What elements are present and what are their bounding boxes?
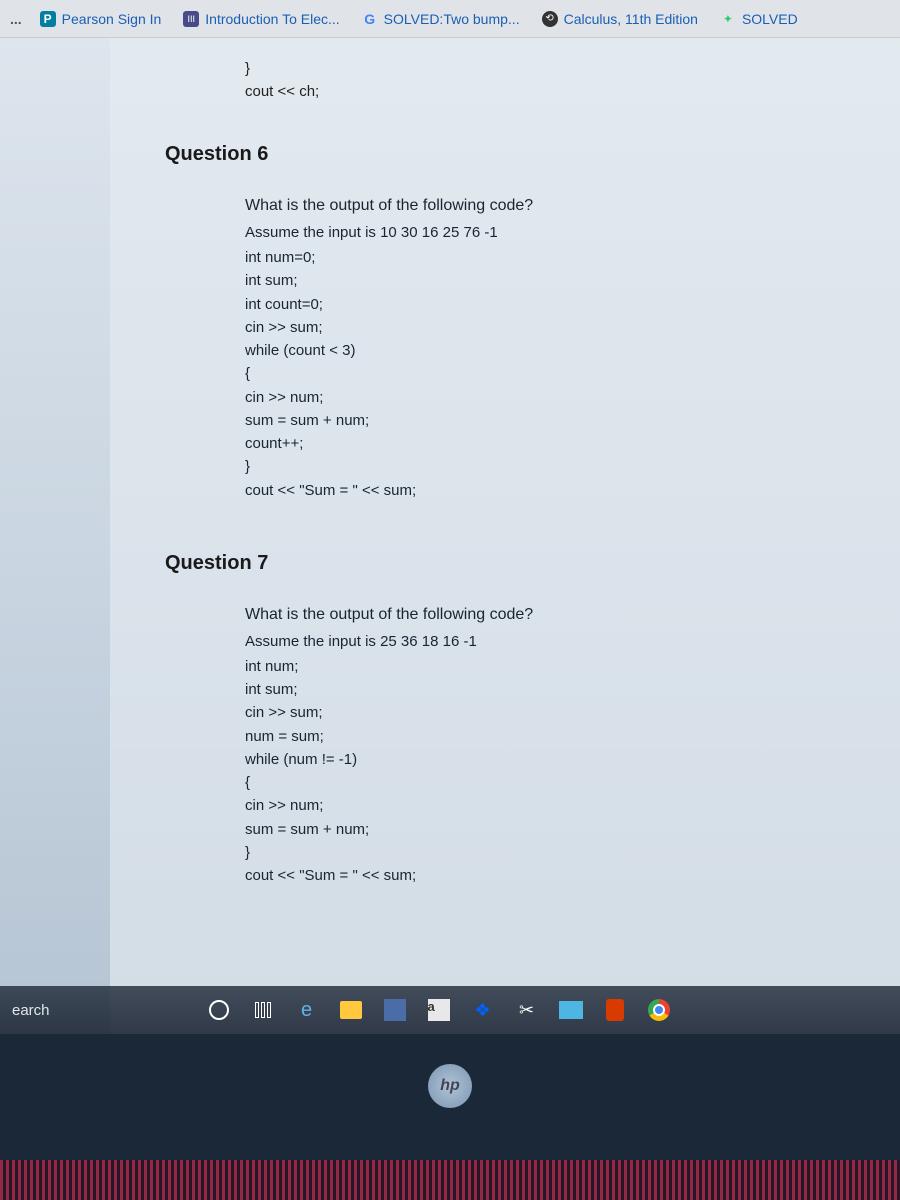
code-line: cout << ch; xyxy=(245,81,860,104)
code-line: } xyxy=(245,841,860,864)
file-explorer-icon[interactable] xyxy=(336,995,366,1025)
chrome-icon[interactable] xyxy=(644,995,674,1025)
laptop-bezel: hp xyxy=(0,1034,900,1200)
question-7-block: Question 7 What is the output of the fol… xyxy=(150,552,860,888)
code-line: int num; xyxy=(245,655,860,678)
store-icon[interactable] xyxy=(380,995,410,1025)
tab-label: SOLVED:Two bump... xyxy=(384,11,520,27)
page-content: } cout << ch; Question 6 What is the out… xyxy=(0,38,900,1152)
question-assume: Assume the input is 25 36 18 16 -1 xyxy=(245,630,860,653)
tab-label: Pearson Sign In xyxy=(62,11,162,27)
question-title: Question 7 xyxy=(165,552,860,575)
intro-icon: III xyxy=(183,11,199,27)
code-line: { xyxy=(245,362,860,385)
task-view-icon[interactable] xyxy=(248,995,278,1025)
hp-logo-icon: hp xyxy=(428,1064,472,1108)
edge-icon[interactable]: e xyxy=(292,995,322,1025)
tab-label: Introduction To Elec... xyxy=(205,11,339,27)
pearson-icon: P xyxy=(40,11,56,27)
calculus-icon: ⟲ xyxy=(542,11,558,27)
dropbox-icon[interactable]: ❖ xyxy=(468,995,498,1025)
code-line: while (num != -1) xyxy=(245,748,860,771)
tab-label: Calculus, 11th Edition xyxy=(564,11,698,27)
question-prompt: What is the output of the following code… xyxy=(245,603,860,628)
top-code-snippet: } cout << ch; xyxy=(245,58,860,103)
cortana-icon[interactable] xyxy=(204,995,234,1025)
code-line: num = sum; xyxy=(245,725,860,748)
tab-solved-bump[interactable]: G SOLVED:Two bump... xyxy=(352,5,530,33)
tab-pearson[interactable]: P Pearson Sign In xyxy=(30,5,172,33)
question-assume: Assume the input is 10 30 16 25 76 -1 xyxy=(245,221,860,244)
question-body: What is the output of the following code… xyxy=(245,194,860,502)
code-line: { xyxy=(245,771,860,794)
code-line: int num=0; xyxy=(245,246,860,269)
code-line: count++; xyxy=(245,432,860,455)
windows-taskbar: earch e a ❖ ✂ xyxy=(0,986,900,1034)
tab-solved[interactable]: ✦ SOLVED xyxy=(710,5,808,33)
tab-overflow-indicator[interactable]: ... xyxy=(4,11,28,27)
app-a-icon[interactable]: a xyxy=(424,995,454,1025)
keyboard-edge xyxy=(0,1160,900,1200)
code-line: int sum; xyxy=(245,678,860,701)
tab-label: SOLVED xyxy=(742,11,798,27)
search-text[interactable]: earch xyxy=(12,1002,50,1019)
code-line: sum = sum + num; xyxy=(245,409,860,432)
question-title: Question 6 xyxy=(165,143,860,166)
google-icon: G xyxy=(362,11,378,27)
code-line: cin >> num; xyxy=(245,386,860,409)
code-line: } xyxy=(245,58,860,81)
question-body: What is the output of the following code… xyxy=(245,603,860,888)
code-line: int sum; xyxy=(245,269,860,292)
code-line: } xyxy=(245,455,860,478)
mail-icon[interactable] xyxy=(556,995,586,1025)
code-line: cout << "Sum = " << sum; xyxy=(245,864,860,887)
code-line: cin >> sum; xyxy=(245,316,860,339)
code-line: while (count < 3) xyxy=(245,339,860,362)
tab-calculus[interactable]: ⟲ Calculus, 11th Edition xyxy=(532,5,708,33)
snip-icon[interactable]: ✂ xyxy=(512,995,542,1025)
code-line: cout << "Sum = " << sum; xyxy=(245,479,860,502)
browser-tab-strip: ... P Pearson Sign In III Introduction T… xyxy=(0,0,900,38)
code-line: cin >> sum; xyxy=(245,701,860,724)
question-6-block: Question 6 What is the output of the fol… xyxy=(150,143,860,502)
solved-icon: ✦ xyxy=(720,11,736,27)
code-line: sum = sum + num; xyxy=(245,818,860,841)
question-prompt: What is the output of the following code… xyxy=(245,194,860,219)
code-line: int count=0; xyxy=(245,293,860,316)
code-line: cin >> num; xyxy=(245,794,860,817)
tab-intro-elec[interactable]: III Introduction To Elec... xyxy=(173,5,349,33)
office-icon[interactable] xyxy=(600,995,630,1025)
content-inner: } cout << ch; Question 6 What is the out… xyxy=(110,38,900,1152)
